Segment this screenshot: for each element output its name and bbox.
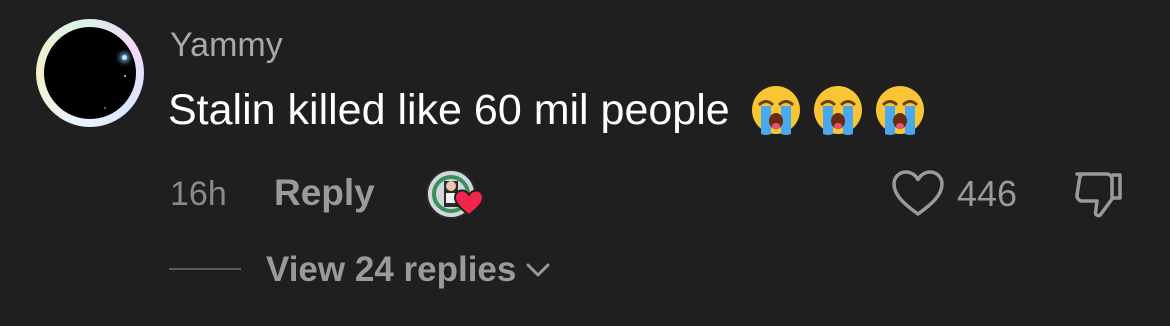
comment-item: Yammy Stalin killed like 60 mil people 1… [0, 0, 1170, 326]
username[interactable]: Yammy [170, 25, 283, 65]
reply-button[interactable]: Reply [274, 172, 375, 214]
thumbs-down-icon[interactable] [1070, 165, 1126, 221]
user-avatar[interactable] [36, 19, 144, 127]
chevron-down-icon [526, 263, 550, 277]
heart-outline-icon[interactable] [890, 168, 946, 218]
like-count: 446 [957, 173, 1018, 214]
comment-timestamp: 16h [170, 175, 227, 213]
heart-filled-icon [454, 189, 484, 217]
comment-body: Stalin killed like 60 mil people [168, 82, 926, 138]
loudly-crying-face-icon [751, 86, 800, 135]
avatar-image [44, 27, 136, 119]
view-replies-label: View 24 replies [266, 250, 517, 289]
comment-text: Stalin killed like 60 mil people [168, 86, 730, 134]
loudly-crying-face-icon [813, 86, 862, 135]
replies-divider [169, 268, 241, 270]
loudly-crying-face-icon [875, 86, 924, 135]
creator-liked-badge [426, 169, 486, 221]
view-replies-button[interactable]: View 24 replies [266, 250, 552, 290]
